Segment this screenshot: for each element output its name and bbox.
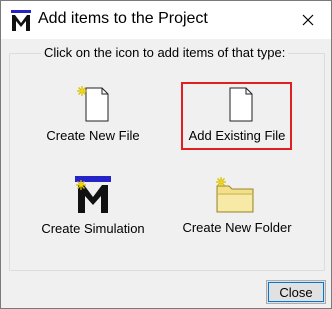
modelsim-m-icon <box>11 10 31 31</box>
window-title: Add items to the Project <box>38 10 208 27</box>
group-label: Click on the icon to add items of that t… <box>41 45 289 60</box>
create-simulation-label: Create Simulation <box>41 221 145 236</box>
window-close-button[interactable] <box>285 1 331 39</box>
create-new-file-item[interactable]: Create New File <box>33 85 153 147</box>
close-button-label: Close <box>279 284 313 300</box>
selection-highlight <box>181 82 292 150</box>
create-new-file-label: Create New File <box>46 128 140 143</box>
create-new-folder-item[interactable]: Create New Folder <box>175 174 299 238</box>
new-folder-icon <box>216 177 254 213</box>
close-button[interactable]: Close <box>266 280 326 304</box>
create-new-folder-label: Create New Folder <box>182 220 292 235</box>
close-icon <box>302 14 314 26</box>
simulation-icon <box>75 176 111 213</box>
title-bar: Add items to the Project <box>1 1 331 39</box>
add-items-dialog: Add items to the Project Click on the ic… <box>0 0 332 309</box>
new-file-icon <box>77 86 109 122</box>
create-simulation-item[interactable]: Create Simulation <box>29 174 157 238</box>
